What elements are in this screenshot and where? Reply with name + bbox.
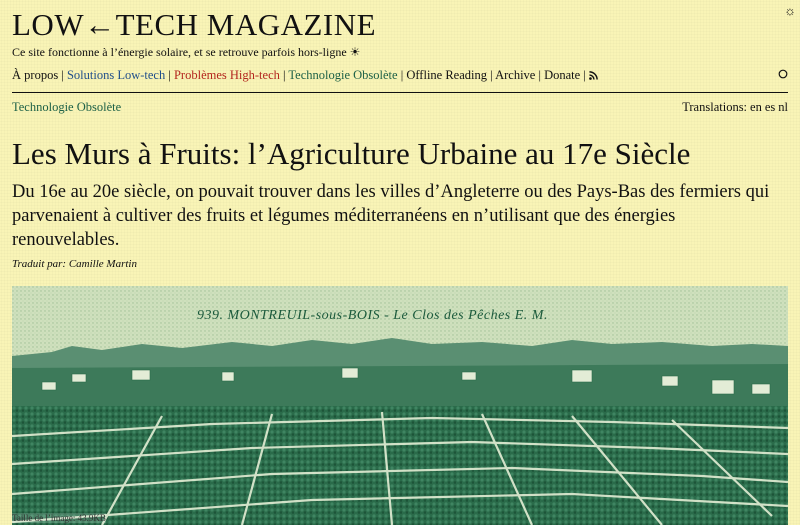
category-bar: Technologie Obsolète Translations: en es nl — [12, 100, 788, 115]
site-title[interactable]: LOW←TECH MAGAZINE — [12, 8, 788, 42]
nav-item-archive[interactable]: Archive — [495, 68, 535, 82]
translations: Translations: en es nl — [679, 100, 788, 115]
category-link[interactable]: Technologie Obsolète — [12, 100, 121, 114]
translations-label: Translations: — [682, 100, 748, 114]
nav-separator: | — [580, 68, 589, 82]
nav-separator: | — [535, 68, 545, 82]
translation-link-nl[interactable]: nl — [778, 100, 788, 114]
nav-item-offline-reading[interactable]: Offline Reading — [406, 68, 487, 82]
header-divider — [12, 92, 788, 93]
search-icon[interactable] — [778, 68, 788, 83]
nav-item-a-propos[interactable]: À propos — [12, 68, 58, 82]
translation-link-en[interactable]: en — [750, 100, 762, 114]
main-nav: À propos | Solutions Low-tech | Problème… — [12, 68, 788, 83]
masthead: LOW←TECH MAGAZINE Ce site fonctionne à l… — [12, 8, 788, 83]
nav-item-donate[interactable]: Donate — [544, 68, 580, 82]
nav-item-problemes-high-tech[interactable]: Problèmes High-tech — [174, 68, 280, 82]
article-lede: Du 16e au 20e siècle, on pouvait trouver… — [12, 182, 770, 250]
article-title: Les Murs à Fruits: l’Agriculture Urbaine… — [12, 136, 691, 171]
rss-icon[interactable] — [589, 68, 598, 82]
tagline: Ce site fonctionne à l’énergie solaire, … — [12, 45, 361, 59]
nav-item-solutions-low-tech[interactable]: Solutions Low-tech — [67, 68, 165, 82]
nav-separator: | — [58, 68, 67, 82]
postcard-plate-text: 939. MONTREUIL-sous-BOIS - Le Clos des P… — [197, 308, 548, 323]
article-image[interactable]: 939. MONTREUIL-sous-BOIS - Le Clos des P… — [12, 286, 788, 525]
article-byline: Traduit par: Camille Martin — [12, 258, 137, 270]
nav-separator: | — [487, 68, 496, 82]
nav-separator: | — [165, 68, 174, 82]
translation-link-es[interactable]: es — [765, 100, 775, 114]
nav-item-technologie-obsolete[interactable]: Technologie Obsolète — [288, 68, 397, 82]
image-size-caption: Taille de l’image: 43.9KB — [12, 513, 106, 523]
